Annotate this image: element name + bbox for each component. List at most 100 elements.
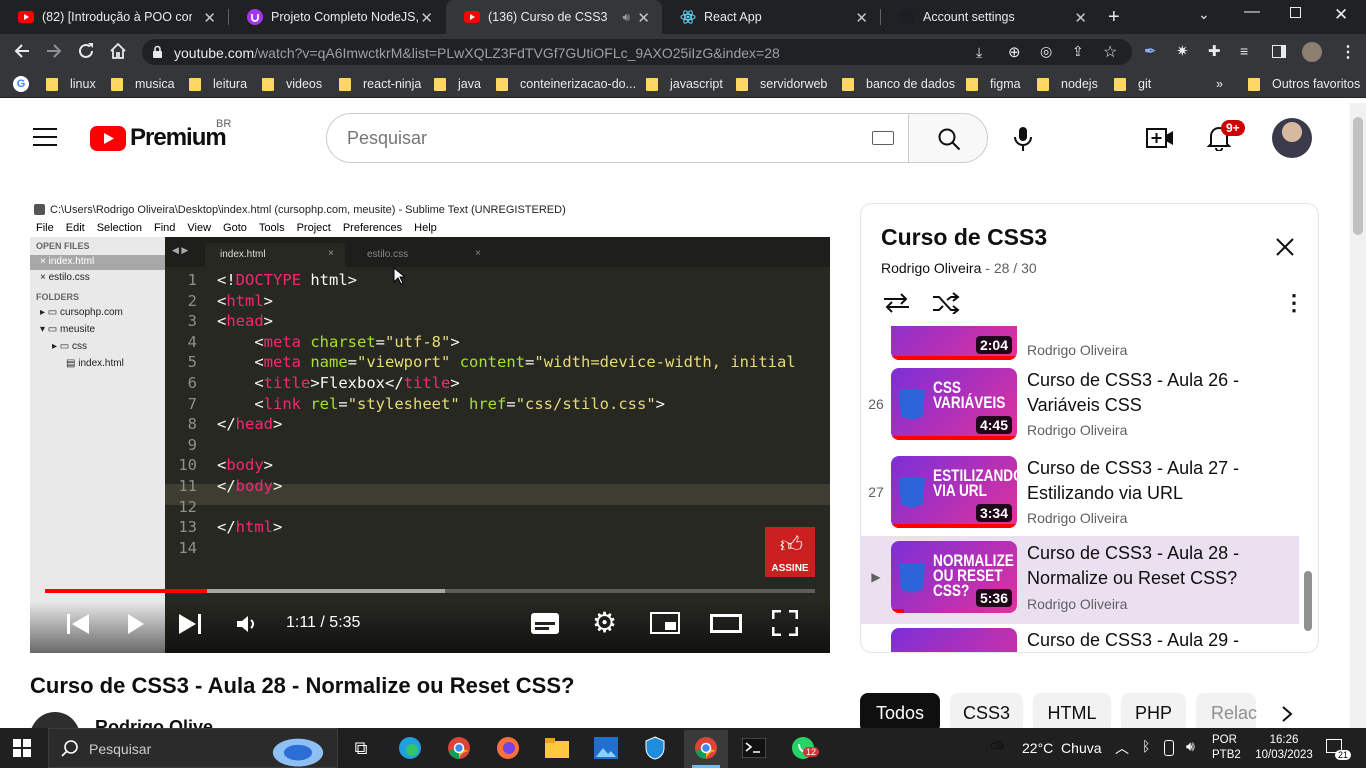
close-tab-icon[interactable]: ✕ [420,9,433,27]
other-bookmarks[interactable]: Outros favoritos [1248,77,1360,91]
close-tab-icon[interactable]: ✕ [637,9,650,27]
new-tab-icon[interactable]: + [1108,6,1120,29]
search-input[interactable]: Pesquisar [326,113,909,163]
volume-icon[interactable] [236,614,258,634]
task-view-icon[interactable]: ⧉ [348,736,374,760]
bookmark-folder[interactable]: react-ninja [339,77,421,91]
bookmark-folder[interactable]: leitura [189,77,247,91]
previous-icon[interactable] [66,613,90,635]
tab-search-icon[interactable]: ⌄ [1198,6,1210,23]
bookmark-folder[interactable]: linux [46,77,96,91]
browser-tab[interactable]: React App ✕ [662,0,880,34]
chip-all[interactable]: Todos [860,693,940,733]
weather-cloud-icon[interactable]: ⛅︎ [990,738,1004,759]
chrome-menu-icon[interactable]: ⋮ [1340,42,1356,62]
progress-bar[interactable] [45,589,815,593]
bookmark-folder[interactable]: javascript [646,77,723,91]
bookmark-folder[interactable]: banco de dados [842,77,955,91]
scrollbar-thumb[interactable] [1353,117,1363,235]
eye-off-icon[interactable]: ◎ [1040,43,1052,60]
loop-icon[interactable] [883,292,910,314]
page-scrollbar[interactable] [1350,103,1366,728]
close-tab-icon[interactable]: ✕ [1074,9,1087,27]
subscribe-watermark[interactable]: 👍︎ ASSINE [765,527,815,577]
fullscreen-icon[interactable] [772,610,798,636]
reload-icon[interactable] [77,42,95,60]
youtube-premium-text[interactable]: Premium [130,124,227,152]
bookmark-folder[interactable]: musica [111,77,175,91]
media-control-icon[interactable]: ≡ [1240,43,1248,59]
browser-tab-active[interactable]: (136) Curso de CSS3 - Au 🔊︎ ✕ [446,0,662,34]
extensions-puzzle-icon[interactable]: ✚ [1208,42,1221,60]
microphone-tray-icon[interactable] [1164,740,1174,756]
share-icon[interactable]: ⇪ [1072,43,1084,60]
playlist-item[interactable]: 27 ESTILIZANDO VIA URL 3:34 Curso de CSS3… [861,452,1299,540]
chips-next-icon[interactable] [1280,705,1294,723]
bookmark-folder[interactable]: java [434,77,481,91]
shuffle-icon[interactable] [932,292,960,314]
bookmark-folder[interactable]: figma [966,77,1021,91]
browser-tab[interactable]: Projeto Completo NodeJS, Re ✕ [229,0,445,34]
bookmark-folder[interactable]: videos [262,77,322,91]
back-icon[interactable] [13,42,31,60]
play-icon[interactable] [126,612,146,636]
playlist-item-active[interactable]: ▶ NORMALIZE OU RESET CSS? 5:36 Curso de C… [861,536,1299,624]
home-icon[interactable] [109,42,127,60]
miniplayer-icon[interactable] [650,612,680,634]
microphone-icon[interactable] [1013,126,1033,152]
search-button[interactable] [908,113,988,163]
taskbar-search-input[interactable]: Pesquisar [48,728,338,768]
profile-avatar[interactable] [1302,42,1322,62]
chip[interactable]: Relac [1196,693,1257,733]
playlist-scrollbar[interactable] [1304,571,1312,631]
playlist-more-icon[interactable]: ⋮ [1283,292,1305,314]
browser-tab[interactable]: (82) [Introdução à POO com ✕ [0,0,228,34]
security-shield-icon[interactable] [642,736,668,760]
create-video-icon[interactable] [1146,128,1174,148]
theater-mode-icon[interactable] [710,614,742,633]
chrome-icon[interactable] [446,736,472,760]
tray-chevron-icon[interactable]: ︿ [1115,738,1129,758]
audio-playing-icon[interactable]: 🔊︎ [622,10,630,25]
install-app-icon[interactable]: ⤓ [976,44,982,61]
side-panel-icon[interactable] [1272,45,1286,58]
bookmark-folder[interactable]: nodejs [1037,77,1098,91]
file-explorer-icon[interactable] [544,736,570,760]
bookmarks-overflow[interactable]: » [1216,77,1223,91]
speaker-icon[interactable]: 🔊︎ [1186,738,1195,755]
bookmark-folder[interactable]: servidorweb [736,77,827,91]
photos-icon[interactable] [593,736,619,760]
restore-icon[interactable] [1290,7,1301,18]
close-tab-icon[interactable]: ✕ [203,9,216,27]
browser-tab[interactable]: Account settings ✕ [881,0,1099,34]
chip[interactable]: PHP [1121,693,1186,733]
channel-avatar[interactable] [30,712,80,728]
keyboard-language[interactable]: POR PTB2 [1212,733,1241,763]
playlist-title[interactable]: Curso de CSS3 [881,224,1047,251]
bluetooth-icon[interactable]: ᛒ [1142,738,1150,754]
lock-icon[interactable] [152,45,163,59]
playlist-item[interactable]: 26 CSS VARIÁVEIS 4:45 Curso de CSS3 - Aul… [861,364,1299,452]
playlist-item[interactable]: Curso de CSS3 - Aula 29 - [861,624,1299,652]
close-playlist-icon[interactable] [1275,237,1295,257]
bookmark-star-icon[interactable]: ☆ [1103,42,1117,62]
keyboard-icon[interactable] [872,131,894,145]
chip[interactable]: CSS3 [950,693,1023,733]
menu-icon[interactable] [33,128,57,146]
minimize-icon[interactable]: — [1244,3,1260,21]
clock[interactable]: 16:26 10/03/2023 [1254,733,1314,763]
chip[interactable]: HTML [1033,693,1111,733]
subtitles-icon[interactable] [531,613,559,634]
bookmark-folder[interactable]: git [1114,77,1151,91]
firefox-icon[interactable] [495,736,521,760]
forward-icon[interactable] [45,42,63,60]
account-avatar[interactable] [1272,118,1312,158]
google-icon[interactable]: G [13,76,29,92]
settings-gear-icon[interactable]: ⚙ [592,609,617,637]
edge-icon[interactable] [397,736,423,760]
bookmark-folder[interactable]: conteinerizacao-do... [496,77,636,91]
youtube-logo-icon[interactable] [90,126,126,151]
extension-bug-icon[interactable]: ✷ [1176,42,1189,60]
weather-text[interactable]: 22°C Chuva [1022,740,1102,756]
close-tab-icon[interactable]: ✕ [855,9,868,27]
